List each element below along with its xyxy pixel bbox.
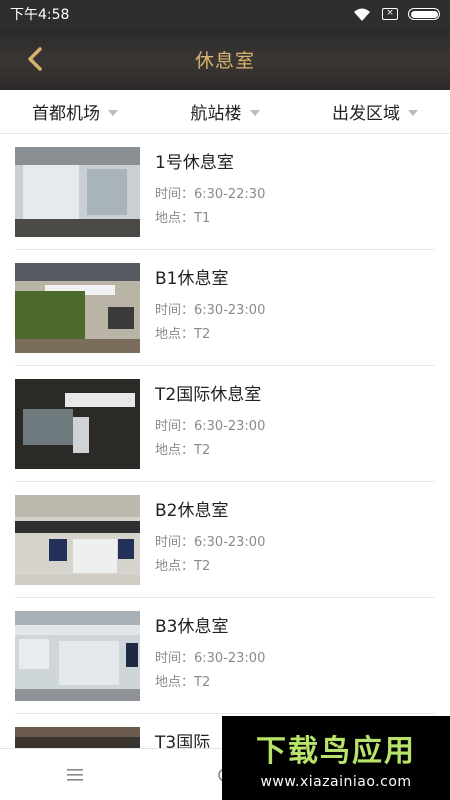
lounge-photo [15,494,140,585]
caret-down-icon [108,109,118,116]
lounge-info: B1休息室 时间：6:30-23:00 地点：T2 [155,263,435,353]
lounge-time: 时间：6:30-23:00 [155,650,266,666]
wifi-icon [354,8,370,21]
list-item[interactable]: T2国际休息室 时间：6:30-23:00 地点：T2 [15,366,435,482]
back-button[interactable] [18,42,52,76]
filter-terminal-label: 航站楼 [190,104,242,124]
lounge-location: 地点：T2 [155,442,211,458]
lounge-name: B2休息室 [155,500,229,521]
filter-bar: 首都机场 航站楼 出发区域 [0,90,450,134]
lounge-name: B1休息室 [155,268,229,289]
page-title: 休息室 [194,49,255,72]
list-item[interactable]: B3休息室 时间：6:30-23:00 地点：T2 [15,598,435,714]
chevron-left-icon [28,47,42,71]
lounge-location: 地点：T2 [155,326,211,342]
status-icons: × [352,6,440,22]
menu-icon [67,768,83,781]
nav-bar: 休息室 [0,28,450,90]
lounge-name: B3休息室 [155,616,229,637]
lounge-info: B2休息室 时间：6:30-23:00 地点：T2 [155,495,435,585]
sim-icon: × [382,8,398,20]
filter-airport-label: 首都机场 [32,104,100,124]
filter-departure-area-label: 出发区域 [332,104,400,124]
lounge-location: 地点：T2 [155,558,211,574]
watermark: 下载鸟应用 www.xiazainiao.com [222,716,450,800]
lounge-time: 时间：6:30-22:30 [155,186,266,202]
lounge-info: B3休息室 时间：6:30-23:00 地点：T2 [155,611,435,701]
list-item[interactable]: B1休息室 时间：6:30-23:00 地点：T2 [15,250,435,366]
lounge-name: T2国际休息室 [155,384,262,405]
filter-departure-area[interactable]: 出发区域 [300,99,450,124]
lounge-time: 时间：6:30-23:00 [155,534,266,550]
watermark-url: www.xiazainiao.com [260,774,412,790]
status-time: 下午4:58 [10,7,70,23]
lounge-time: 时间：6:30-23:00 [155,418,266,434]
lounge-info: T2国际休息室 时间：6:30-23:00 地点：T2 [155,379,435,469]
list-item[interactable]: B2休息室 时间：6:30-23:00 地点：T2 [15,482,435,598]
battery-icon [408,8,440,20]
lounge-time: 时间：6:30-23:00 [155,302,266,318]
watermark-logo: 下载鸟应用 [256,734,416,769]
lounge-location: 地点：T1 [155,210,211,226]
caret-down-icon [249,109,260,116]
lounge-name: 1号休息室 [155,152,234,173]
lounge-location: 地点：T2 [155,674,211,690]
lounge-info: 1号休息室 时间：6:30-22:30 地点：T1 [155,147,435,237]
status-bar: 下午4:58 × [0,0,450,28]
caret-down-icon [408,109,418,116]
filter-terminal[interactable]: 航站楼 [150,99,300,124]
list-item[interactable]: 1号休息室 时间：6:30-22:30 地点：T1 [15,134,435,250]
lounge-photo [15,610,140,701]
menu-button[interactable] [55,755,95,795]
filter-airport[interactable]: 首都机场 [0,99,150,124]
lounge-photo [15,146,140,237]
lounge-list: 1号休息室 时间：6:30-22:30 地点：T1 B1休息室 时间：6:30-… [0,134,450,800]
lounge-photo [15,378,140,469]
lounge-photo [15,262,140,353]
